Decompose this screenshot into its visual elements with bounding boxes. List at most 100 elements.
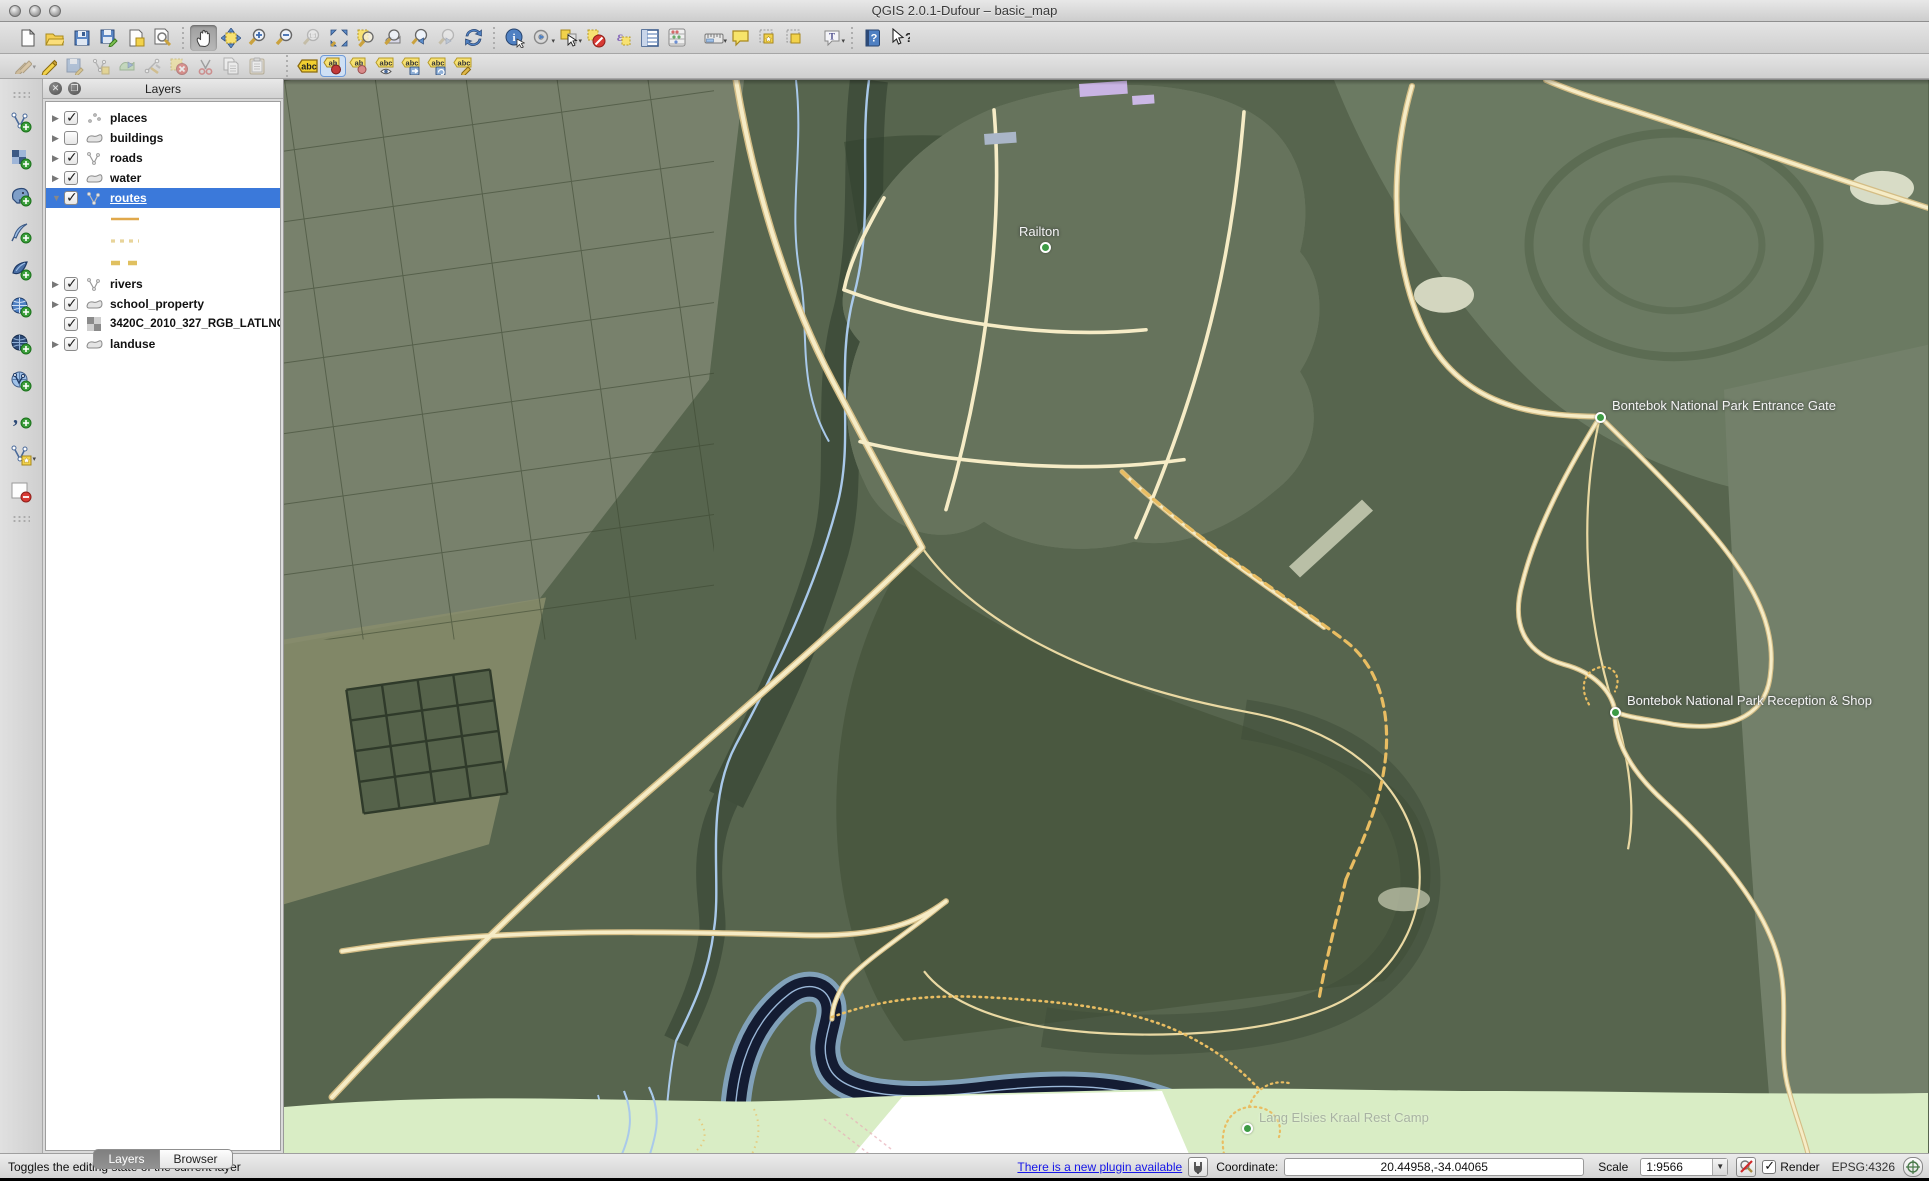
- layer-checkbox[interactable]: [64, 277, 78, 291]
- new-plugin-link[interactable]: There is a new plugin available: [1017, 1160, 1182, 1174]
- show-hide-labels-button[interactable]: abc: [372, 55, 398, 77]
- scale-combo[interactable]: 1:9566 ▼: [1640, 1158, 1728, 1176]
- copy-features-button[interactable]: [218, 55, 244, 77]
- highlight-pinned-labels-button[interactable]: ab: [346, 55, 372, 77]
- remove-layer-group-button[interactable]: [6, 478, 36, 506]
- zoom-in-button[interactable]: [244, 25, 271, 51]
- layer-row-roads[interactable]: ▶ roads: [46, 148, 280, 168]
- select-by-expression-button[interactable]: ε: [609, 25, 636, 51]
- toolbar-grip[interactable]: [12, 91, 30, 99]
- save-layer-edits-button[interactable]: [62, 55, 88, 77]
- pan-map-button[interactable]: [190, 25, 217, 51]
- text-annotation-button[interactable]: ▾T: [818, 25, 845, 51]
- zoom-next-button[interactable]: [433, 25, 460, 51]
- stop-rendering-icon[interactable]: [1736, 1157, 1756, 1177]
- layer-row-places[interactable]: ▶ places: [46, 108, 280, 128]
- add-wcs-layer-button[interactable]: [6, 330, 36, 358]
- zoom-to-selection-button[interactable]: [352, 25, 379, 51]
- expand-arrow-icon[interactable]: ▶: [52, 113, 64, 124]
- toolbar-grip[interactable]: [12, 515, 30, 523]
- zoom-to-layer-button[interactable]: [379, 25, 406, 51]
- layer-checkbox[interactable]: [64, 337, 78, 351]
- add-spatialite-layer-button[interactable]: [6, 219, 36, 247]
- new-bookmark-button[interactable]: [754, 25, 781, 51]
- expand-arrow-icon[interactable]: ▶: [52, 153, 64, 164]
- tab-layers[interactable]: Layers: [93, 1149, 159, 1169]
- layer-checkbox[interactable]: [64, 131, 78, 145]
- layer-row-raster[interactable]: 3420C_2010_327_RGB_LATLNG: [46, 314, 280, 334]
- open-attribute-table-button[interactable]: [636, 25, 663, 51]
- rotate-label-button[interactable]: abc: [424, 55, 450, 77]
- identify-features-button[interactable]: i: [501, 25, 528, 51]
- add-feature-button[interactable]: [88, 55, 114, 77]
- add-wms-layer-button[interactable]: [6, 293, 36, 321]
- collapse-arrow-icon[interactable]: ▼: [52, 193, 64, 203]
- whats-this-button[interactable]: ?: [886, 25, 913, 51]
- close-panel-icon[interactable]: ✕: [49, 82, 62, 95]
- show-bookmarks-button[interactable]: [781, 25, 808, 51]
- toggle-editing-button[interactable]: [36, 55, 62, 77]
- coordinate-input[interactable]: 20.44958,-34.04065: [1284, 1158, 1584, 1176]
- float-panel-icon[interactable]: ❐: [68, 82, 81, 95]
- add-postgis-layer-button[interactable]: [6, 182, 36, 210]
- measure-line-button[interactable]: ▾: [700, 25, 727, 51]
- help-contents-button[interactable]: ?: [859, 25, 886, 51]
- zoom-full-button[interactable]: [325, 25, 352, 51]
- layer-checkbox[interactable]: [64, 191, 78, 205]
- plugin-icon[interactable]: [1188, 1157, 1208, 1177]
- expand-arrow-icon[interactable]: ▶: [52, 299, 64, 310]
- change-label-properties-button[interactable]: abc: [450, 55, 476, 77]
- expand-arrow-icon[interactable]: ▶: [52, 339, 64, 350]
- layer-row-buildings[interactable]: ▶ buildings: [46, 128, 280, 148]
- add-raster-layer-button[interactable]: [6, 145, 36, 173]
- new-project-button[interactable]: [14, 25, 41, 51]
- expand-arrow-icon[interactable]: ▶: [52, 133, 64, 144]
- add-vector-layer-button[interactable]: [6, 108, 36, 136]
- paste-features-button[interactable]: [244, 55, 270, 77]
- refresh-map-button[interactable]: [460, 25, 487, 51]
- crs-status-icon[interactable]: [1903, 1157, 1923, 1177]
- composer-manager-button[interactable]: [149, 25, 176, 51]
- map-canvas[interactable]: Railton Bontebok National Park Entrance …: [284, 79, 1929, 1153]
- layer-checkbox[interactable]: [64, 151, 78, 165]
- routes-symbol-solid[interactable]: [110, 208, 280, 230]
- add-wfs-layer-button[interactable]: [6, 367, 36, 395]
- routes-symbol-dashed-thin[interactable]: [110, 230, 280, 252]
- cut-features-button[interactable]: [192, 55, 218, 77]
- pin-unpin-labels-button[interactable]: ab: [320, 55, 346, 77]
- tab-browser[interactable]: Browser: [160, 1149, 233, 1169]
- layer-row-rivers[interactable]: ▶ rivers: [46, 274, 280, 294]
- render-checkbox[interactable]: [1762, 1160, 1776, 1174]
- routes-symbol-dashed-thick[interactable]: [110, 252, 280, 274]
- layer-checkbox[interactable]: [64, 171, 78, 185]
- scale-dropdown-arrow[interactable]: ▼: [1712, 1159, 1727, 1175]
- expand-arrow-icon[interactable]: ▶: [52, 279, 64, 290]
- move-feature-button[interactable]: [114, 55, 140, 77]
- run-feature-action-button[interactable]: ▾: [528, 25, 555, 51]
- new-print-composer-button[interactable]: [122, 25, 149, 51]
- layer-row-school-property[interactable]: ▶ school_property: [46, 294, 280, 314]
- zoom-actual-size-button[interactable]: 1:1: [298, 25, 325, 51]
- open-project-button[interactable]: [41, 25, 68, 51]
- current-edits-button[interactable]: ▾: [10, 55, 36, 77]
- layer-checkbox[interactable]: [64, 317, 78, 331]
- layer-row-water[interactable]: ▶ water: [46, 168, 280, 188]
- select-features-button[interactable]: ▾: [555, 25, 582, 51]
- expand-arrow-icon[interactable]: ▶: [52, 173, 64, 184]
- add-mssql-layer-button[interactable]: [6, 256, 36, 284]
- layer-checkbox[interactable]: [64, 111, 78, 125]
- add-delimited-text-layer-button[interactable]: ,: [6, 404, 36, 432]
- node-tool-button[interactable]: [140, 55, 166, 77]
- map-tips-button[interactable]: [727, 25, 754, 51]
- field-calculator-button[interactable]: [663, 25, 690, 51]
- deselect-features-button[interactable]: [582, 25, 609, 51]
- save-project-as-button[interactable]: [95, 25, 122, 51]
- move-label-button[interactable]: abc: [398, 55, 424, 77]
- layer-labeling-options-button[interactable]: abc: [294, 55, 320, 77]
- layer-checkbox[interactable]: [64, 297, 78, 311]
- zoom-last-button[interactable]: [406, 25, 433, 51]
- pan-to-selection-button[interactable]: [217, 25, 244, 51]
- zoom-out-button[interactable]: [271, 25, 298, 51]
- save-project-button[interactable]: [68, 25, 95, 51]
- delete-selected-button[interactable]: [166, 55, 192, 77]
